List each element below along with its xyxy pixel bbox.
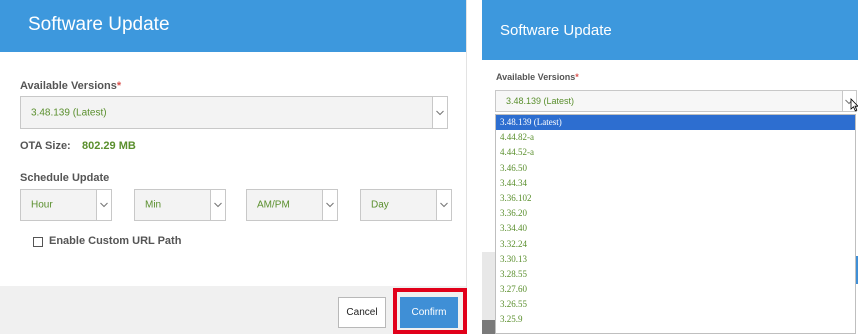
dropdown-option[interactable]: 3.28.55 xyxy=(496,267,855,282)
dialog-title: Software Update xyxy=(28,14,170,35)
dialog-header: Software Update xyxy=(482,0,858,60)
ampm-select[interactable]: AM/PM xyxy=(246,189,338,221)
footer-shadow xyxy=(482,320,495,334)
available-versions-label: Available Versions* xyxy=(496,72,579,82)
dropdown-option[interactable]: 3.36.102 xyxy=(496,191,855,206)
dropdown-option[interactable]: 4.44.82-a xyxy=(496,130,855,145)
dropdown-option[interactable]: 3.36.20 xyxy=(496,206,855,221)
ota-size-value: 802.29 MB xyxy=(82,140,136,152)
version-select[interactable]: 3.48.139 (Latest) xyxy=(20,96,448,129)
dropdown-option[interactable]: 3.32.24 xyxy=(496,237,855,252)
chevron-down-icon xyxy=(432,97,447,128)
ampm-select-value: AM/PM xyxy=(257,199,290,211)
chevron-down-icon xyxy=(96,190,111,220)
cancel-button[interactable]: Cancel xyxy=(338,297,386,328)
chevron-down-icon xyxy=(322,190,337,220)
chevron-down-icon xyxy=(436,190,451,220)
dropdown-option[interactable]: 4.44.52-a xyxy=(496,145,855,160)
software-update-dialog-expanded: Software Update Available Versions* 3.48… xyxy=(482,0,858,334)
version-dropdown-list: 3.48.139 (Latest) 4.44.82-a 4.44.52-a 3.46.… xyxy=(495,114,856,334)
minute-select[interactable]: Min xyxy=(134,189,226,221)
ota-size-label: OTA Size: xyxy=(20,140,71,152)
day-select[interactable]: Day xyxy=(360,189,452,221)
dropdown-option[interactable]: 3.30.13 xyxy=(496,252,855,267)
available-versions-label: Available Versions* xyxy=(20,80,122,92)
required-mark: * xyxy=(575,72,579,82)
dropdown-option[interactable]: 3.48.139 (Latest) xyxy=(496,115,855,131)
version-select[interactable]: 3.48.139 (Latest) xyxy=(495,90,857,112)
version-select-value: 3.48.139 (Latest) xyxy=(31,107,107,118)
hour-select-value: Hour xyxy=(31,199,53,211)
dropdown-option[interactable]: 3.46.50 xyxy=(496,161,855,176)
dropdown-option[interactable]: 3.27.60 xyxy=(496,282,855,297)
dropdown-option[interactable]: 3.25.9 xyxy=(496,312,855,327)
chevron-down-icon xyxy=(210,190,225,220)
dropdown-option[interactable]: 3.44.34 xyxy=(496,176,855,191)
custom-url-checkbox[interactable] xyxy=(33,237,43,247)
custom-url-label[interactable]: Enable Custom URL Path xyxy=(49,235,181,247)
mouse-cursor-icon xyxy=(850,98,858,112)
dropdown-option[interactable]: 3.34.40 xyxy=(496,221,855,236)
confirm-button[interactable]: Confirm xyxy=(400,297,458,328)
schedule-update-label: Schedule Update xyxy=(20,172,110,184)
dropdown-option[interactable]: 3.26.55 xyxy=(496,297,855,312)
required-mark: * xyxy=(116,80,122,92)
dialog-header: Software Update xyxy=(0,0,466,52)
software-update-dialog: Software Update Available Versions* 3.48… xyxy=(0,0,467,334)
version-select-value: 3.48.139 (Latest) xyxy=(506,96,575,106)
day-select-value: Day xyxy=(371,199,389,211)
hour-select[interactable]: Hour xyxy=(20,189,112,221)
minute-select-value: Min xyxy=(145,199,162,211)
dialog-title: Software Update xyxy=(500,22,612,39)
